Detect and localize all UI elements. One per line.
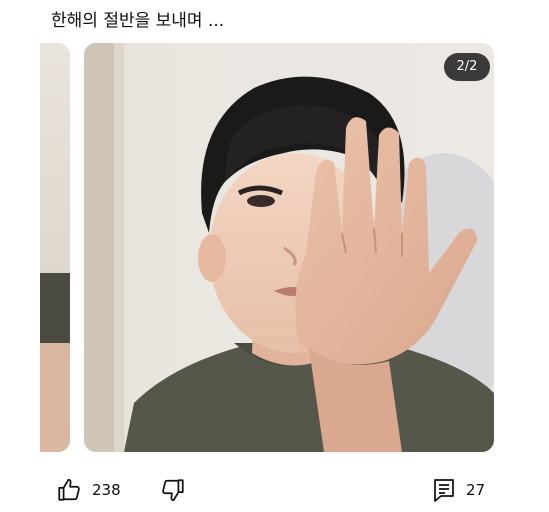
comment-icon bbox=[432, 477, 456, 503]
post-photo bbox=[84, 43, 494, 452]
dislike-button[interactable] bbox=[160, 476, 186, 504]
comment-count: 27 bbox=[466, 481, 486, 499]
post-text: 한해의 절반을 보내며 ... bbox=[51, 11, 225, 31]
action-bar: 238 27 bbox=[0, 470, 549, 510]
current-slide-image[interactable]: 2/2 bbox=[84, 43, 494, 452]
like-button[interactable]: 238 bbox=[56, 476, 121, 504]
like-count: 238 bbox=[92, 481, 121, 499]
thumbs-down-icon bbox=[160, 477, 186, 503]
previous-slide-image[interactable] bbox=[40, 43, 70, 452]
comment-button[interactable]: 27 bbox=[432, 476, 485, 504]
thumbs-up-icon bbox=[56, 477, 82, 503]
image-carousel[interactable]: 2/2 bbox=[40, 43, 494, 452]
slide-counter-badge: 2/2 bbox=[444, 53, 490, 81]
